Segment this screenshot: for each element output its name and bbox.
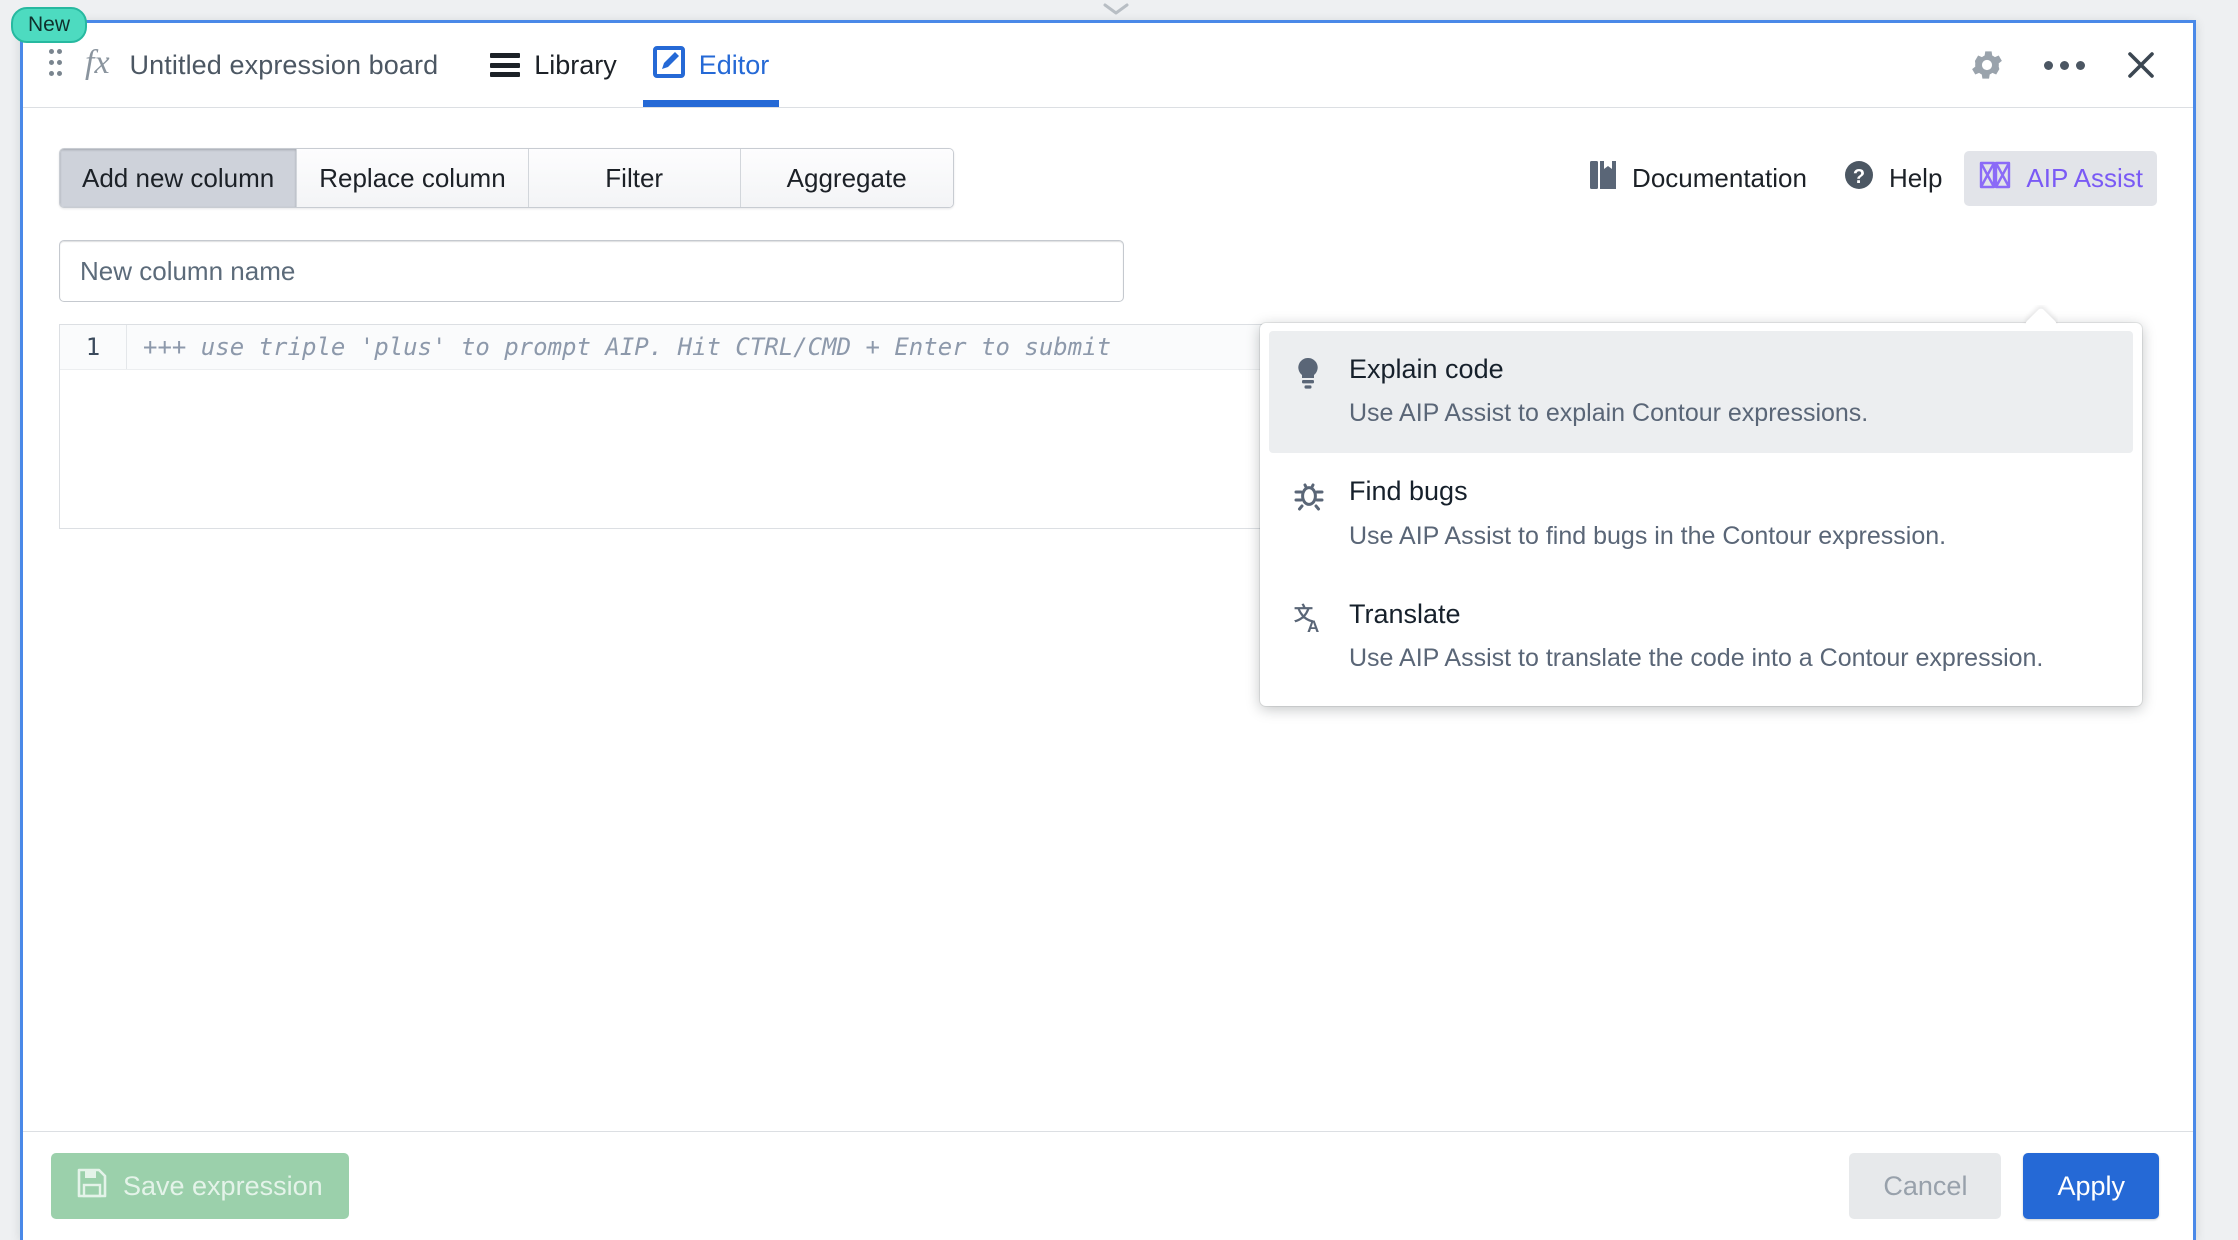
page-title: Untitled expression board [129,49,439,80]
expression-board-dialog: New fx Untitled expression board Library… [11,7,2196,1240]
tab-editor[interactable]: Editor [635,23,788,107]
aip-assist-menu: Explain code Use AIP Assist to explain C… [1260,307,2142,707]
line-number: 1 [85,333,101,361]
code-placeholder: +++ use triple 'plus' to prompt AIP. Hit… [126,325,1280,369]
dialog-header: New fx Untitled expression board Library… [11,7,2193,108]
new-badge: New [11,7,88,43]
svg-text:A: A [1307,617,1319,634]
save-expression-label: Save expression [123,1170,323,1201]
menu-item-desc: Use AIP Assist to explain Contour expres… [1349,399,1869,428]
aip-assist-button[interactable]: AIP Assist [1964,151,2157,206]
documentation-button[interactable]: Documentation [1574,150,1821,207]
menu-item-translate[interactable]: 文 A Translate Use AIP Assist to translat… [1269,576,2133,698]
help-label: Help [1888,163,1943,193]
code-line-1: 1 +++ use triple 'plus' to prompt AIP. H… [60,325,1280,370]
book-icon [1588,159,1618,198]
tab-bar: Library Editor [472,23,787,107]
edit-pencil-icon [652,45,685,85]
tab-editor-label: Editor [698,49,770,80]
mode-add-new-column[interactable]: Add new column [60,149,298,207]
menu-caret [2022,305,2058,324]
expression-code-editor[interactable]: 1 +++ use triple 'plus' to prompt AIP. H… [59,324,1281,529]
tab-library-label: Library [534,49,617,80]
aip-assist-label: AIP Assist [2026,163,2143,193]
new-column-name-input[interactable] [59,240,1124,302]
mode-segmented-control: Add new column Replace column Filter Agg… [59,148,954,208]
mode-aggregate[interactable]: Aggregate [740,149,953,207]
footer-actions: Cancel Apply [1849,1153,2159,1219]
menu-item-title: Find bugs [1349,476,1468,507]
dialog-body: Add new column Replace column Filter Agg… [23,108,2193,1131]
apply-button[interactable]: Apply [2023,1153,2159,1219]
menu-item-title: Translate [1349,598,1461,629]
drag-handle[interactable] [45,48,67,82]
menu-item-find-bugs[interactable]: Find bugs Use AIP Assist to find bugs in… [1269,453,2133,575]
documentation-label: Documentation [1632,163,1807,193]
help-tools: Documentation ? Help AIP Assist [1574,148,2157,207]
help-button[interactable]: ? Help [1829,150,1956,207]
collapse-chevron-icon[interactable] [1103,2,1129,16]
menu-item-explain-code[interactable]: Explain code Use AIP Assist to explain C… [1269,331,2133,454]
floppy-save-icon [77,1168,107,1205]
svg-text:?: ? [1853,166,1865,188]
mode-filter[interactable]: Filter [528,149,741,207]
mode-replace-column[interactable]: Replace column [297,149,529,207]
gear-icon[interactable] [1968,46,2006,84]
tab-library[interactable]: Library [472,23,635,107]
hamburger-icon [490,53,521,77]
fx-icon: fx [85,44,110,81]
help-circle-icon: ? [1843,159,1875,198]
menu-item-desc: Use AIP Assist to find bugs in the Conto… [1349,521,1947,550]
lightbulb-icon [1293,353,1327,429]
header-actions [1968,46,2193,84]
toolbar-row: Add new column Replace column Filter Agg… [59,148,2157,208]
more-dots-icon[interactable] [2044,60,2085,70]
close-icon[interactable] [2123,47,2159,83]
cancel-button[interactable]: Cancel [1849,1153,2002,1219]
save-expression-button[interactable]: Save expression [51,1153,349,1219]
translate-icon: 文 A [1293,598,1327,674]
aip-hourglass-icon [1978,160,2012,197]
bug-icon [1293,475,1327,551]
dialog-footer: Save expression Cancel Apply [23,1131,2193,1240]
menu-item-desc: Use AIP Assist to translate the code int… [1349,644,2044,673]
menu-item-title: Explain code [1349,354,1504,384]
